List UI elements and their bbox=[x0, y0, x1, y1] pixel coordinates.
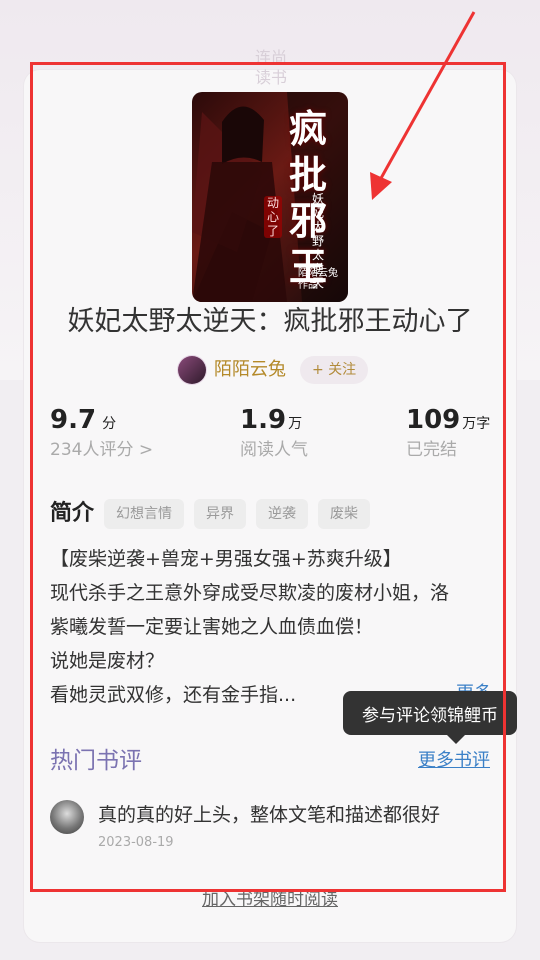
annotation-highlight-box bbox=[30, 62, 506, 892]
